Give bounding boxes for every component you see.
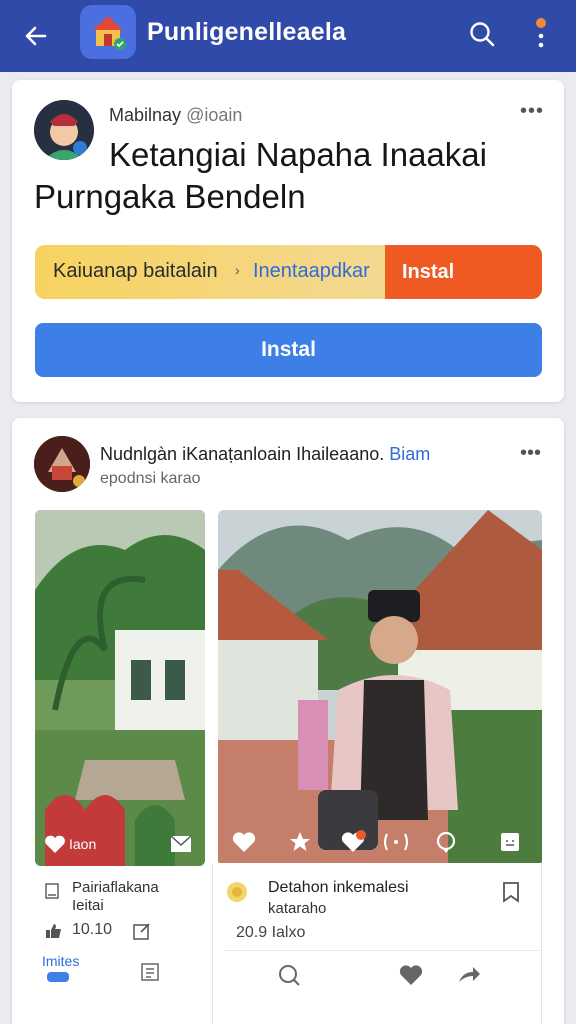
bookmark-icon[interactable] bbox=[500, 880, 522, 904]
author-name: Mabilnay bbox=[109, 105, 182, 125]
app-logo[interactable] bbox=[80, 5, 136, 59]
tag-icon bbox=[46, 970, 70, 984]
share-icon[interactable] bbox=[456, 962, 482, 988]
promo-headline: Ketangiai Napaha Inaakai bbox=[109, 136, 487, 173]
comment-icon[interactable] bbox=[380, 828, 412, 856]
heart-icon[interactable] bbox=[340, 828, 368, 856]
post-author[interactable]: Nudnlgàn iKanaṭanloain Ihaileaano. Biam bbox=[100, 444, 430, 465]
garden-photo[interactable]: Iaon bbox=[35, 510, 205, 866]
search-icon[interactable] bbox=[462, 14, 502, 54]
heart-icon[interactable] bbox=[230, 828, 258, 856]
install-button[interactable]: Instal bbox=[35, 323, 542, 377]
author-tag[interactable]: Biam bbox=[389, 444, 430, 464]
chevron-right-icon: › bbox=[235, 262, 240, 278]
left-link[interactable]: Imites bbox=[42, 953, 79, 969]
author-name: Nudnlgàn iKanaṭanloain Ihaileaano. bbox=[100, 444, 385, 464]
progress-label: Kaiuanap baitalain bbox=[53, 260, 218, 282]
grid-icon[interactable] bbox=[138, 960, 162, 984]
speech-bubble-icon[interactable] bbox=[432, 828, 460, 856]
document-icon bbox=[44, 882, 60, 900]
avatar[interactable] bbox=[34, 100, 94, 160]
app-header: Punligenelleaela bbox=[0, 0, 576, 72]
progress-install-button[interactable]: Instal bbox=[385, 245, 542, 299]
install-progress-bar[interactable]: Kaiuanap baitalain › Inentaapdkar Instal bbox=[35, 245, 542, 299]
left-stat: 10.10 bbox=[72, 921, 113, 938]
feed-card: Nudnlgàn iKanaṭanloain Ihaileaano. Biam … bbox=[12, 418, 564, 1024]
right-stat: 20.9 Ialxo bbox=[236, 924, 306, 941]
right-caption-line1: Detahon inkemalesi bbox=[268, 879, 409, 896]
traveler-photo[interactable] bbox=[218, 510, 542, 866]
arrow-left-icon[interactable] bbox=[18, 18, 54, 54]
app-title: Punligenelleaela bbox=[147, 18, 347, 46]
post-author[interactable]: Mabilnay @ioain bbox=[109, 105, 242, 126]
emoji-icon bbox=[225, 880, 249, 904]
left-caption-line1: Pairiaflakana bbox=[72, 879, 159, 896]
more-horizontal-icon[interactable]: ••• bbox=[520, 100, 544, 123]
post-subtitle: epodnsi karao bbox=[100, 470, 201, 487]
promo-card: Mabilnay @ioain ••• Ketangiai Napaha Ina… bbox=[12, 80, 564, 402]
edit-icon[interactable] bbox=[132, 921, 152, 941]
heart-icon[interactable] bbox=[43, 832, 67, 856]
mail-icon[interactable] bbox=[169, 832, 193, 856]
photo-label: Iaon bbox=[69, 836, 97, 852]
search-icon[interactable] bbox=[276, 962, 302, 988]
thumbs-up-icon[interactable] bbox=[44, 922, 64, 940]
divider bbox=[224, 950, 540, 951]
heart-icon[interactable] bbox=[398, 962, 424, 988]
more-horizontal-icon[interactable]: ••• bbox=[520, 442, 541, 465]
more-vertical-icon[interactable] bbox=[526, 12, 556, 56]
avatar[interactable] bbox=[34, 436, 90, 492]
progress-link[interactable]: Inentaapdkar bbox=[253, 260, 370, 283]
right-caption-line2: kataraho bbox=[268, 900, 327, 917]
promo-headline-line2: Purngaka Bendeln bbox=[34, 178, 306, 215]
author-handle: @ioain bbox=[186, 105, 243, 125]
star-icon[interactable] bbox=[286, 828, 314, 856]
bookmark-icon[interactable] bbox=[496, 828, 524, 856]
left-caption-line2: Ieitai bbox=[72, 897, 104, 914]
